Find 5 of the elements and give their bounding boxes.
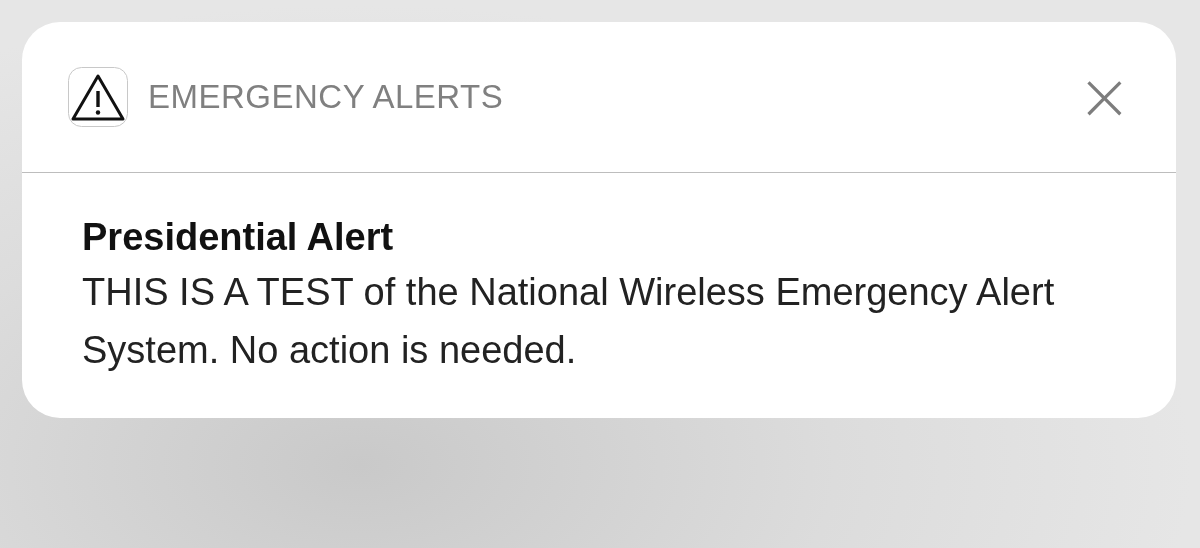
warning-icon xyxy=(68,67,128,127)
close-button[interactable]: × xyxy=(1076,64,1132,130)
app-name: EMERGENCY ALERTS xyxy=(148,78,505,116)
notification-message: THIS IS A TEST of the National Wireless Emergency Alert System. No action is needed. xyxy=(82,270,1056,373)
notification-title: Presidential Alert xyxy=(82,215,395,260)
